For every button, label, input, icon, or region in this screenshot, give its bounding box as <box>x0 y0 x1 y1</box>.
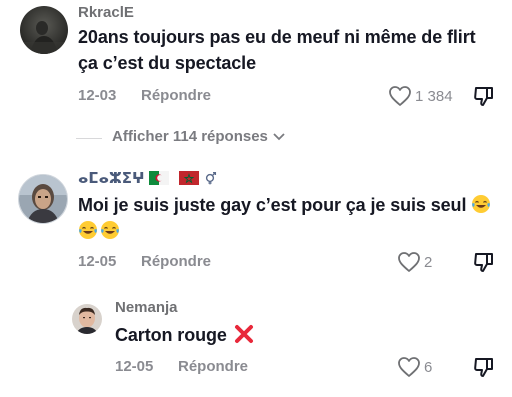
male-female-icon <box>205 171 217 185</box>
reply-button[interactable]: Répondre <box>178 358 248 375</box>
comment-text-line: 20ans toujours pas eu de meuf ni même de… <box>78 27 476 47</box>
comment-text-line: Moi je suis juste gay c’est pour ça je s… <box>78 195 467 215</box>
comment-date: 12-05 <box>78 253 117 270</box>
reply-date: 12-05 <box>115 358 154 375</box>
like-count: 1 384 <box>415 87 453 105</box>
comment-username[interactable]: ⴰⵎⴰⵣⵉⵖ <box>78 169 217 187</box>
reply-text: Carton rouge <box>115 322 254 348</box>
tears-of-joy-icon <box>101 221 119 239</box>
like-button[interactable]: 6 <box>397 356 432 378</box>
dislike-icon[interactable] <box>472 355 496 379</box>
avatar[interactable] <box>18 174 68 224</box>
like-button[interactable]: 2 <box>397 251 432 273</box>
flag-morocco-icon <box>178 171 199 185</box>
avatar[interactable] <box>20 6 68 54</box>
view-replies-label: Afficher 114 réponses <box>112 128 268 145</box>
dislike-icon[interactable] <box>472 250 496 274</box>
username-text: ⴰⵎⴰⵣⵉⵖ <box>78 170 145 187</box>
reply-username[interactable]: Nemanja <box>115 299 178 316</box>
heart-icon <box>398 357 420 377</box>
avatar[interactable] <box>72 304 102 334</box>
dislike-icon[interactable] <box>472 84 496 108</box>
tears-of-joy-icon <box>79 221 97 239</box>
comment-date: 12-03 <box>78 87 117 104</box>
cross-mark-icon <box>234 325 253 343</box>
divider <box>76 138 102 139</box>
like-count: 6 <box>424 358 433 376</box>
comment-text: 20ans toujours pas eu de meuf ni même de… <box>78 24 498 76</box>
comment-text-line: ça c’est du spectacle <box>78 53 256 73</box>
reply-button[interactable]: Répondre <box>141 87 211 104</box>
like-button[interactable]: 1 384 <box>388 85 453 107</box>
chevron-down-icon <box>273 132 285 140</box>
heart-icon <box>389 86 411 106</box>
comment-username[interactable]: RkraclE <box>78 4 134 21</box>
reply-text-content: Carton rouge <box>115 325 227 345</box>
flag-algeria-icon <box>148 171 169 185</box>
tears-of-joy-icon <box>472 195 491 213</box>
comment-text: Moi je suis juste gay c’est pour ça je s… <box>78 192 498 244</box>
heart-icon <box>398 252 420 272</box>
view-replies-button[interactable]: Afficher 114 réponses <box>112 128 285 145</box>
like-count: 2 <box>424 253 433 271</box>
reply-button[interactable]: Répondre <box>141 253 211 270</box>
